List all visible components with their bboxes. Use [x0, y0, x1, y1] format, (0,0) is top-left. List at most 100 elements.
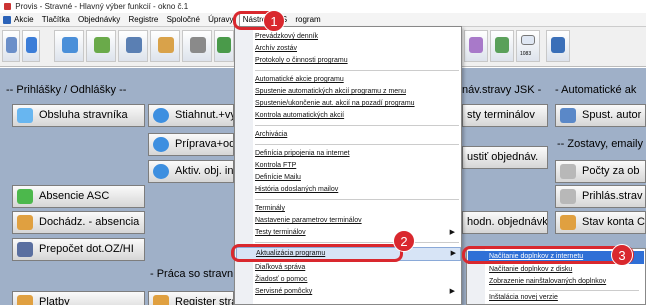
toolbar-button-7[interactable] [182, 30, 212, 62]
menu-item-archivacia[interactable]: Archivácia [255, 129, 459, 141]
menu-item-automaticke-akcie[interactable]: Automatické akcie programu [255, 74, 459, 86]
pocty-label: Počty za ob [582, 165, 640, 177]
globe-icon [153, 164, 169, 179]
app-icon [4, 3, 11, 10]
tool-icon [126, 37, 142, 53]
prihlas-strav-label: Prihlás.strav [582, 190, 643, 202]
tool-icon [217, 37, 231, 53]
callout-badge-3: 3 [611, 244, 633, 266]
toolbar-button-5[interactable] [118, 30, 148, 62]
menu-item-spustenie-na-pozadi[interactable]: Spustenie/ukončenie aut. akcií na pozadí… [255, 98, 459, 110]
tool-icon [62, 37, 78, 53]
priprava-button[interactable]: Príprava+od [148, 133, 234, 156]
menu-separator [255, 199, 459, 200]
aktiv-label: Aktiv. obj. int [175, 165, 234, 177]
register-button[interactable]: Register stra [148, 291, 234, 305]
toolbar-button-1[interactable] [2, 30, 20, 62]
toolbar-button-3[interactable] [54, 30, 84, 62]
submenu-item-zobrazenie-doplnkov[interactable]: Zobrazenie nainštalovaných doplnkov [489, 276, 639, 288]
menu-item-terminaly[interactable]: Terminály [255, 203, 459, 215]
user-icon [17, 108, 33, 123]
highlight-ring-nacitanie [462, 246, 634, 264]
toolbar-button-6[interactable] [150, 30, 180, 62]
toolbar-button-12[interactable] [546, 30, 570, 62]
prihlas-strav-button[interactable]: Prihlás.strav [555, 185, 646, 208]
menu-objednavky[interactable]: Objednávky [75, 13, 123, 27]
section-nav-jsk: náv.stravy JSK - [462, 84, 542, 96]
submenu-arrow-icon: ▶ [449, 288, 455, 295]
menu-item-nastavenie-terminalov[interactable]: Nastavenie parametrov terminálov [255, 215, 459, 227]
globe-icon [153, 137, 169, 152]
stav-konta-button[interactable]: Stav konta C [555, 211, 646, 234]
menu-upravy[interactable]: Úpravy [205, 13, 236, 27]
toolbar-button-4[interactable] [86, 30, 116, 62]
submenu-item-instalacia-verzie[interactable]: Inštalácia novej verzie [489, 292, 639, 304]
menu-item-definicie-mailu[interactable]: Definície Mailu [255, 172, 459, 184]
priprava-label: Príprava+od [175, 138, 234, 150]
highlight-ring-aktualizacia [231, 244, 403, 262]
toolbar-button-10[interactable] [490, 30, 514, 62]
prepocet-button[interactable]: Prepočet dot.OZ/HI [12, 238, 145, 261]
nastroje-dropdown-menu: Prevádzkový denník Archív zostáv Protoko… [234, 26, 462, 305]
dochadz-label: Dochádz. - absencia [39, 216, 140, 228]
window-title-bar: Provis - Stravné - Hlavný výber funkcií … [0, 0, 646, 13]
tool-icon [551, 37, 565, 53]
menu-item-archiv-zostav[interactable]: Archív zostáv [255, 43, 459, 55]
menu-item-historia-mailov[interactable]: História odoslaných mailov [255, 184, 459, 196]
pocty-button[interactable]: Počty za ob [555, 160, 646, 183]
mail-icon [521, 35, 535, 45]
menu-item-ziadost-o-pomoc[interactable]: Žiadosť o pomoc [255, 274, 459, 286]
toolbar-button-9[interactable] [464, 30, 488, 62]
calculator-icon [17, 242, 33, 257]
spust-auto-button[interactable]: Spust. autor [555, 104, 646, 127]
menu-program[interactable]: rogram [292, 13, 323, 27]
section-auto: - Automatické ak [555, 84, 637, 96]
menu-separator [489, 290, 639, 291]
menu-item-servisne-pomocky[interactable]: Servisné pomôcky ▶ [255, 286, 459, 298]
absencie-label: Absencie ASC [39, 190, 110, 202]
dochadz-button[interactable]: Dochádz. - absencia [12, 211, 145, 234]
testy-terminalov-label: sty terminálov [467, 109, 535, 121]
platby-button[interactable]: Platby [12, 291, 145, 305]
menu-item-spustenie-z-menu[interactable]: Spustenie automatických akcií programu z… [255, 86, 459, 98]
menu-item-definicia-internet[interactable]: Definícia pripojenia na internet [255, 148, 459, 160]
menu-tlacitka[interactable]: Tlačítka [39, 13, 73, 27]
window-title: Provis - Stravné - Hlavný výber funkcií … [15, 2, 189, 11]
toolbar-button-2[interactable] [22, 30, 40, 62]
printer-icon [560, 164, 576, 179]
submenu-arrow-icon: ▶ [449, 229, 455, 236]
testy-terminalov-button[interactable]: sty terminálov [462, 104, 548, 127]
toolbar-button-mail[interactable]: 1083 [516, 30, 540, 62]
tool-icon [190, 37, 206, 53]
toolbar-badge-label: 1083 [520, 51, 532, 57]
obsluha-button[interactable]: Obsluha stravníka [12, 104, 145, 127]
spustit-objednav-button[interactable]: ustiť objednáv. [462, 146, 548, 169]
menu-item-prevadzkovy-dennik[interactable]: Prevádzkový denník [255, 31, 459, 43]
section-praca: - Práca so stravn [150, 268, 234, 280]
submenu-arrow-icon: ▶ [450, 250, 456, 257]
menu-item-kontrola-akcii[interactable]: Kontrola automatických akcií [255, 110, 459, 122]
account-icon [560, 215, 576, 230]
menu-item-protokoly[interactable]: Protokoly o činnosti programu [255, 55, 459, 67]
submenu-item-nacitanie-disk[interactable]: Načítanie doplnkov z disku [489, 264, 639, 276]
menu-registre[interactable]: Registre [126, 13, 162, 27]
menu-item-kontrola-ftp[interactable]: Kontrola FTP [255, 160, 459, 172]
stiahnut-button[interactable]: Stiahnut.+vyh [148, 104, 234, 127]
absencie-button[interactable]: Absencie ASC [12, 185, 145, 208]
menu-item-testy-terminalov[interactable]: Testy terminálov ▶ [255, 227, 459, 239]
menu-spolocne[interactable]: Spoločné [164, 13, 203, 27]
aktiv-button[interactable]: Aktiv. obj. int [148, 160, 234, 183]
section-prihlasky: -- Prihlášky / Odhlášky -- [6, 84, 127, 96]
schvalit-objednavky-label: hodn. objednávky [467, 216, 548, 228]
globe-icon [153, 108, 169, 123]
toolbar-button-8[interactable] [214, 30, 234, 62]
payment-icon [17, 295, 33, 305]
menu-item-dialkova-sprava[interactable]: Diaľková správa [255, 262, 459, 274]
menu-gutter [235, 27, 253, 304]
obsluha-label: Obsluha stravníka [39, 109, 128, 121]
menu-akcie[interactable]: Akcie [0, 13, 37, 27]
tool-icon [6, 37, 17, 53]
schvalit-objednavky-button[interactable]: hodn. objednávky [462, 211, 548, 234]
menu-separator [255, 144, 459, 145]
tool-icon [495, 37, 509, 53]
